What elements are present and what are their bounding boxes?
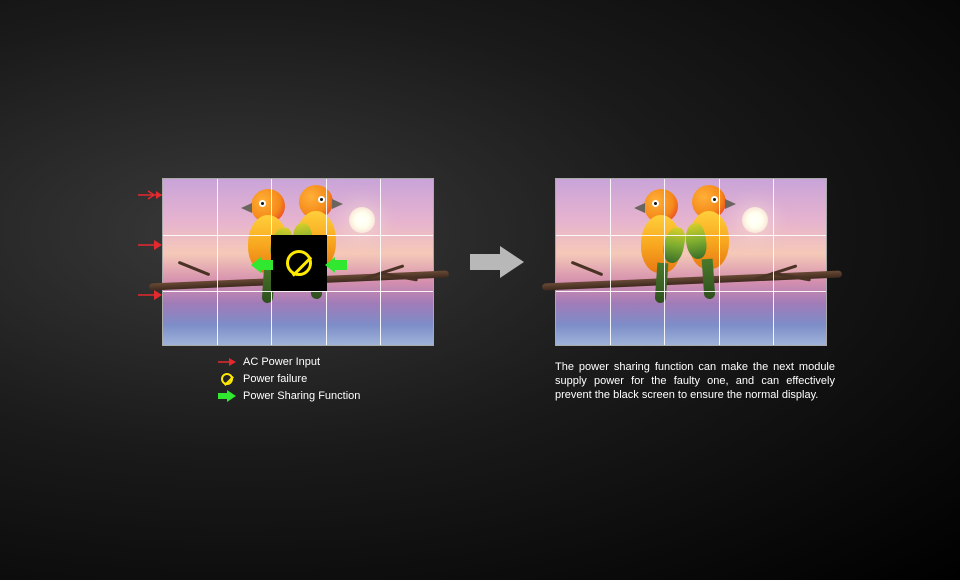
display-panel-before (162, 178, 434, 346)
diagram-stage: AC Power Input Power failure Power Shari… (0, 178, 960, 438)
sharing-arrow-icon (218, 389, 236, 403)
legend-label: Power failure (243, 371, 307, 387)
legend-label: AC Power Input (243, 354, 320, 370)
ac-arrow-icon (138, 238, 162, 256)
legend: AC Power Input Power failure Power Shari… (218, 354, 360, 405)
ac-arrow-icon (138, 288, 162, 306)
prohibit-icon (286, 250, 312, 276)
ac-arrow-icon (138, 188, 162, 206)
ac-arrow-icon (218, 355, 236, 369)
prohibit-icon (218, 372, 236, 386)
legend-row: Power Sharing Function (218, 388, 360, 404)
legend-label: Power Sharing Function (243, 388, 360, 404)
legend-row: Power failure (218, 371, 360, 387)
failed-module (271, 235, 327, 291)
module-grid (556, 179, 826, 345)
sharing-arrow-icon (325, 257, 347, 273)
description-text: The power sharing function can make the … (555, 360, 835, 402)
transition-arrow-icon (470, 244, 524, 285)
sharing-arrow-icon (251, 257, 273, 273)
display-panel-after (555, 178, 827, 346)
legend-row: AC Power Input (218, 354, 360, 370)
